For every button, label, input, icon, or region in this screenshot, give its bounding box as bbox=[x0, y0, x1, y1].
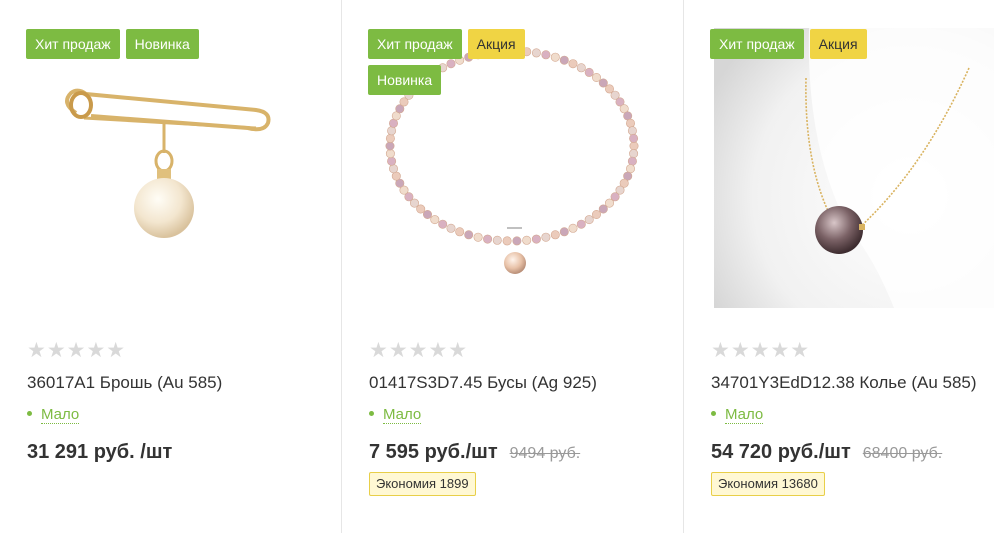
bead bbox=[629, 133, 639, 143]
bead bbox=[387, 156, 397, 166]
economy-badge: Экономия 1899 bbox=[369, 472, 476, 496]
bead bbox=[531, 234, 541, 244]
bead bbox=[430, 215, 440, 225]
sticker-hit: Хит продаж bbox=[26, 29, 120, 59]
pearl-pendant-chain-icon bbox=[714, 28, 994, 308]
product-image[interactable] bbox=[714, 28, 994, 308]
stickers: Хит продаж Акция bbox=[710, 29, 910, 65]
product-name[interactable]: 34701Y3EdD12.38 Колье (Au 585) bbox=[711, 373, 977, 393]
product-name[interactable]: 36017A1 Брошь (Au 585) bbox=[27, 373, 222, 393]
bead bbox=[385, 133, 395, 143]
sticker-new: Новинка bbox=[368, 65, 442, 95]
product-image[interactable] bbox=[26, 28, 306, 308]
bead bbox=[559, 227, 569, 237]
product-price: 54 720 руб./шт 68400 руб. bbox=[711, 441, 942, 464]
bead bbox=[629, 141, 639, 151]
bead bbox=[568, 223, 578, 233]
rating-stars[interactable]: ★★★★★ bbox=[711, 338, 810, 363]
bead bbox=[541, 232, 551, 242]
stock-dot-icon bbox=[27, 410, 32, 416]
bead bbox=[522, 235, 532, 245]
stock-dot-icon bbox=[369, 410, 374, 416]
price-current: 54 720 руб./шт bbox=[711, 441, 851, 463]
bead bbox=[576, 63, 586, 73]
product-grid: Хит продаж Новинка ★★★★★ 36017A1 Брошь (… bbox=[0, 0, 1000, 533]
bead bbox=[598, 204, 608, 214]
bead bbox=[576, 219, 586, 229]
bead bbox=[592, 210, 602, 220]
stickers: Хит продаж Акция Новинка bbox=[368, 29, 558, 101]
stock-status: Мало bbox=[369, 406, 422, 424]
bead bbox=[388, 164, 398, 174]
bead bbox=[626, 118, 636, 128]
bead bbox=[627, 156, 637, 166]
product-price: 31 291 руб. /шт bbox=[27, 441, 172, 464]
stock-label: Мало bbox=[383, 406, 422, 424]
stock-label: Мало bbox=[725, 406, 764, 424]
stock-status: Мало bbox=[27, 406, 80, 424]
bead bbox=[438, 219, 448, 229]
economy-badge: Экономия 13680 bbox=[711, 472, 825, 496]
stock-label: Мало bbox=[41, 406, 80, 424]
bead bbox=[455, 227, 465, 237]
bead bbox=[446, 223, 456, 233]
bead bbox=[492, 235, 502, 245]
bead bbox=[464, 230, 474, 240]
stock-dot-icon bbox=[711, 410, 716, 416]
bead bbox=[627, 126, 637, 136]
bead bbox=[568, 59, 578, 69]
bead bbox=[422, 210, 432, 220]
bead bbox=[629, 149, 639, 159]
pearl-pin-brooch-icon bbox=[65, 88, 271, 238]
bead bbox=[512, 236, 522, 246]
bead bbox=[550, 230, 560, 240]
product-name[interactable]: 01417S3D7.45 Бусы (Ag 925) bbox=[369, 373, 597, 393]
product-card[interactable]: Хит продаж Новинка ★★★★★ 36017A1 Брошь (… bbox=[0, 0, 342, 533]
sticker-sale: Акция bbox=[809, 29, 867, 59]
stickers: Хит продаж Новинка bbox=[26, 29, 226, 65]
bead bbox=[473, 232, 483, 242]
bead bbox=[385, 149, 395, 159]
price-old: 68400 руб. bbox=[862, 445, 943, 462]
rating-stars[interactable]: ★★★★★ bbox=[27, 338, 126, 363]
price-current: 7 595 руб./шт bbox=[369, 441, 498, 463]
rating-stars[interactable]: ★★★★★ bbox=[369, 338, 468, 363]
product-card[interactable]: Хит продаж Акция Новинка ★★★★★ 01417S3D7… bbox=[342, 0, 684, 533]
sticker-hit: Хит продаж bbox=[368, 29, 462, 59]
sticker-new: Новинка bbox=[125, 29, 199, 59]
bead bbox=[584, 67, 594, 77]
bead bbox=[502, 236, 512, 246]
sticker-hit: Хит продаж bbox=[710, 29, 804, 59]
price-old: 9494 руб. bbox=[509, 445, 581, 462]
bead bbox=[584, 215, 594, 225]
stock-status: Мало bbox=[711, 406, 764, 424]
bead bbox=[483, 234, 493, 244]
product-price: 7 595 руб./шт 9494 руб. bbox=[369, 441, 580, 464]
bead bbox=[385, 141, 395, 151]
bead bbox=[559, 55, 569, 65]
price-current: 31 291 руб. /шт bbox=[27, 441, 173, 463]
bead bbox=[592, 72, 602, 82]
bead bbox=[387, 126, 397, 136]
sticker-sale: Акция bbox=[467, 29, 525, 59]
product-card[interactable]: Хит продаж Акция ★★★★★ 34701Y3EdD12.38 К… bbox=[684, 0, 1000, 533]
